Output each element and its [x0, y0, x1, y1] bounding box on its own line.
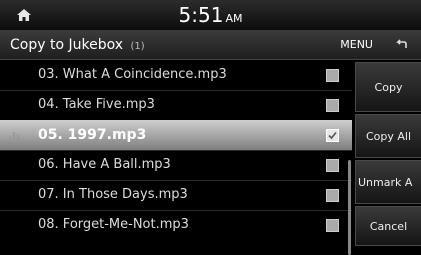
list-scrollbar[interactable]	[348, 160, 351, 255]
track-label: 03. What A Coincidence.mp3	[38, 67, 227, 82]
page-title-text: Copy to Jukebox	[10, 37, 123, 53]
list-item[interactable]: 03. What A Coincidence.mp3	[0, 60, 352, 91]
list-item-selected[interactable]: 05. 1997.mp3	[0, 120, 352, 151]
track-label: 05. 1997.mp3	[38, 127, 147, 143]
track-checkbox[interactable]	[326, 99, 339, 112]
title-bar: Copy to Jukebox (1) MENU	[0, 31, 421, 60]
unmark-all-button[interactable]: Unmark A	[355, 160, 421, 204]
track-checkbox[interactable]	[326, 159, 339, 172]
menu-button[interactable]: MENU	[334, 35, 379, 55]
clock: 5:51 AM	[0, 0, 421, 30]
copy-button-label: Copy	[374, 80, 403, 94]
copy-all-button[interactable]: Copy All	[355, 114, 421, 158]
back-arrow-icon	[396, 39, 407, 48]
page-title: Copy to Jukebox (1)	[10, 31, 145, 59]
copy-button[interactable]: Copy	[355, 62, 421, 112]
list-item[interactable]: 07. In Those Days.mp3	[0, 180, 352, 211]
track-checkbox[interactable]	[326, 189, 339, 202]
checkmark-icon	[328, 131, 337, 140]
selection-count: (1)	[130, 41, 145, 52]
track-list: 03. What A Coincidence.mp3 04. Take Five…	[0, 60, 352, 255]
track-checkbox[interactable]	[326, 129, 339, 142]
cancel-button-label: Cancel	[369, 219, 408, 233]
clock-time: 5:51	[178, 3, 224, 27]
action-panel: Copy Copy All Unmark A Cancel	[355, 60, 421, 246]
list-item[interactable]: 06. Have A Ball.mp3	[0, 150, 352, 181]
list-item[interactable]: 08. Forget-Me-Not.mp3	[0, 210, 352, 240]
track-checkbox[interactable]	[326, 219, 339, 232]
status-bar: 5:51 AM	[0, 0, 421, 31]
clock-ampm: AM	[225, 12, 243, 25]
track-checkbox[interactable]	[326, 69, 339, 82]
cancel-button[interactable]: Cancel	[355, 206, 421, 246]
track-label: 08. Forget-Me-Not.mp3	[38, 217, 189, 232]
equalizer-icon	[9, 130, 23, 141]
back-button[interactable]	[381, 31, 421, 59]
track-label: 07. In Those Days.mp3	[38, 187, 188, 202]
unmark-all-button-label: Unmark A	[358, 175, 413, 189]
copy-all-button-label: Copy All	[365, 129, 412, 143]
track-label: 06. Have A Ball.mp3	[38, 157, 171, 172]
list-item[interactable]: 04. Take Five.mp3	[0, 90, 352, 121]
track-label: 04. Take Five.mp3	[38, 97, 155, 112]
